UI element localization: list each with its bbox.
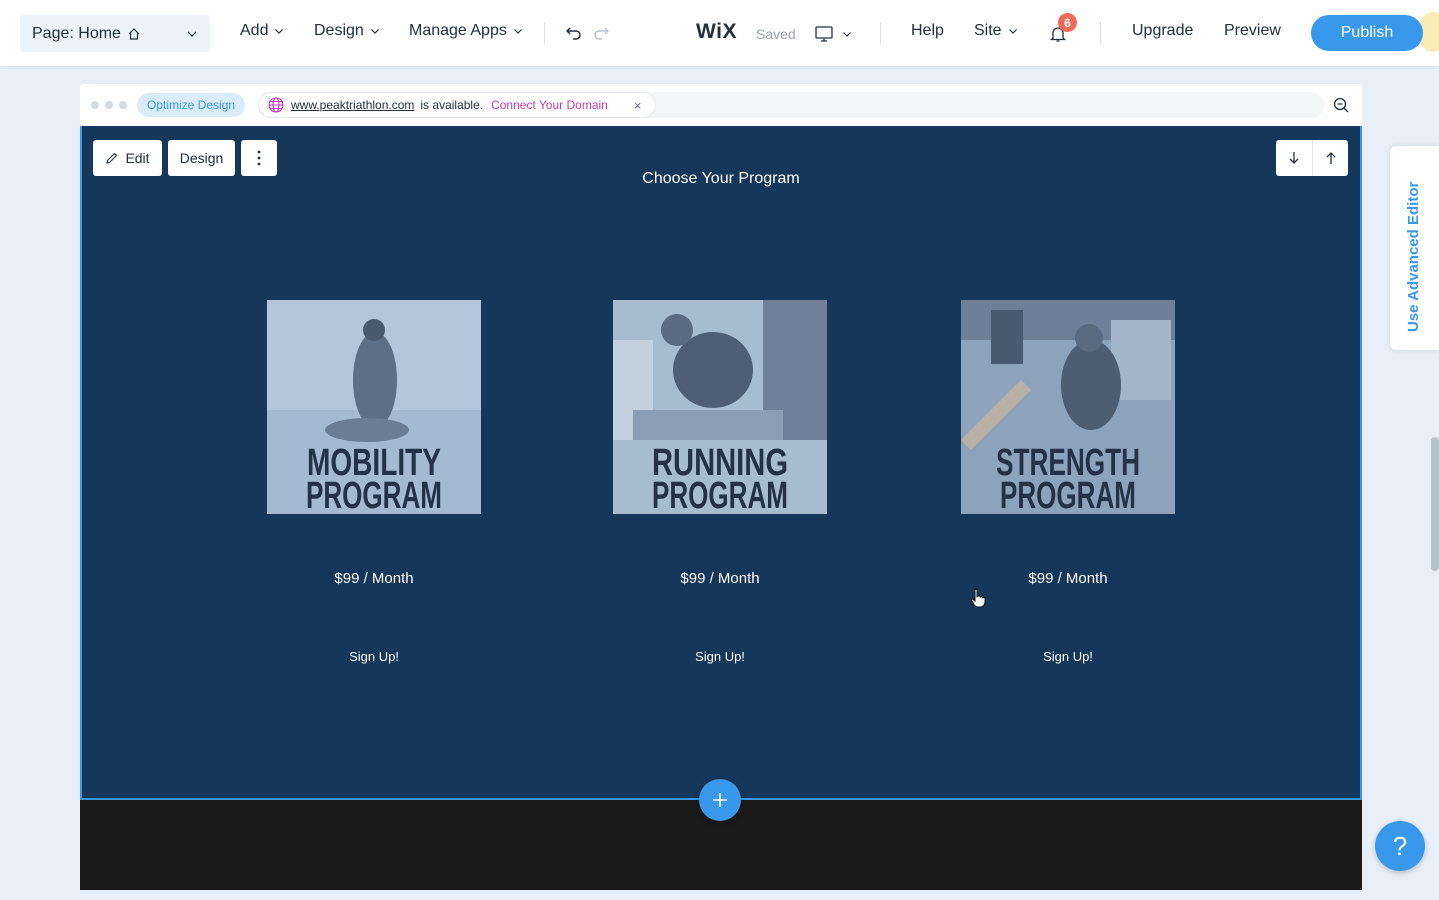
preview-button[interactable]: Preview: [1224, 22, 1281, 40]
programs-section[interactable]: Edit Design Choose Your Program MOBILITY…: [80, 126, 1362, 800]
sign-up-button[interactable]: Sign Up!: [254, 649, 494, 664]
running-program-image[interactable]: RUNNING PROGRAM: [613, 300, 827, 514]
hand-cursor-icon: [970, 588, 986, 613]
zoom-out-icon: [1333, 97, 1349, 113]
wix-logo: WiX: [696, 20, 737, 43]
upgrade-label: Upgrade: [1132, 22, 1194, 39]
chevron-down-icon: [186, 27, 198, 45]
toolbar-divider: [1100, 22, 1101, 44]
device-switcher[interactable]: [812, 22, 854, 46]
publish-button[interactable]: Publish: [1311, 15, 1423, 51]
browser-bar: Optimize Design www.peaktriathlon.com is…: [80, 84, 1362, 126]
edit-label: Edit: [125, 150, 150, 166]
menu-design[interactable]: Design: [314, 22, 380, 40]
connect-domain-link[interactable]: Connect Your Domain: [491, 98, 608, 112]
mobility-program-image[interactable]: MOBILITY PROGRAM: [267, 300, 481, 514]
strength-program-image[interactable]: STRENGTH PROGRAM: [961, 300, 1175, 514]
upgrade-button[interactable]: Upgrade: [1132, 22, 1193, 40]
chevron-down-icon: [1008, 29, 1017, 34]
desktop-icon: [815, 26, 833, 42]
saved-status: Saved: [756, 26, 796, 42]
card-price: $99 / Month: [334, 570, 414, 587]
card-price: $99 / Month: [680, 570, 760, 587]
chevron-down-icon: [513, 29, 522, 34]
home-icon: [127, 27, 141, 41]
menu-manage-apps[interactable]: Manage Apps: [409, 22, 523, 40]
globe-icon: [268, 97, 284, 113]
page-select-label: Page: Home: [32, 24, 121, 42]
chevron-down-icon: [275, 29, 284, 34]
card-title-line2: PROGRAM: [306, 475, 442, 514]
arrow-up-icon: [1326, 152, 1335, 164]
advanced-editor-tab[interactable]: Use Advanced Editor: [1390, 146, 1439, 350]
preview-label: Preview: [1224, 22, 1281, 39]
more-vertical-icon: [257, 150, 261, 166]
domain-notice: www.peaktriathlon.com is available. Conn…: [258, 92, 657, 118]
scrollbar-thumb[interactable]: [1431, 437, 1439, 571]
plus-icon: [713, 793, 727, 807]
help-label: Help: [911, 22, 944, 39]
card-price: $99 / Month: [1028, 570, 1108, 587]
chevron-down-icon: [843, 32, 851, 37]
card-title-line2: PROGRAM: [652, 475, 788, 514]
page-select-dropdown[interactable]: Page: Home: [20, 15, 210, 52]
menu-add[interactable]: Add: [240, 22, 284, 40]
menu-site[interactable]: Site: [974, 22, 1018, 40]
help-button[interactable]: Help: [911, 22, 944, 40]
advanced-editor-label: Use Advanced Editor: [1405, 181, 1422, 332]
chevron-down-icon: [370, 29, 379, 34]
redo-button[interactable]: [590, 22, 612, 44]
close-icon[interactable]: ×: [634, 98, 642, 113]
toolbar-divider: [880, 22, 881, 44]
arrow-down-icon: [1289, 152, 1299, 164]
card-title-line2: PROGRAM: [1000, 475, 1136, 514]
site-canvas-frame: Optimize Design www.peaktriathlon.com is…: [80, 84, 1362, 890]
domain-available-text: is available.: [420, 98, 484, 112]
toolbar-divider: [544, 22, 545, 44]
editor-topbar: Page: Home Add Design Manage Apps WiX Sa…: [0, 0, 1439, 66]
undo-icon: [566, 27, 581, 40]
menu-manage-apps-label: Manage Apps: [409, 22, 507, 39]
undo-button[interactable]: [563, 22, 585, 44]
sign-up-button[interactable]: Sign Up!: [600, 649, 840, 664]
zoom-button[interactable]: [1332, 96, 1350, 119]
help-circle-button[interactable]: ?: [1375, 821, 1425, 871]
domain-url-link[interactable]: www.peaktriathlon.com: [291, 98, 414, 112]
sign-up-button[interactable]: Sign Up!: [948, 649, 1188, 664]
window-dots: [91, 101, 127, 109]
address-bar: www.peaktriathlon.com is available. Conn…: [258, 92, 1324, 118]
menu-site-label: Site: [974, 22, 1002, 39]
redo-icon: [594, 27, 609, 40]
menu-design-label: Design: [314, 22, 364, 39]
add-section-button[interactable]: [699, 779, 741, 821]
section-title: Choose Your Program: [642, 170, 800, 187]
menu-add-label: Add: [240, 22, 269, 39]
optimize-design-button[interactable]: Optimize Design: [137, 93, 246, 117]
pencil-icon: [106, 152, 118, 164]
notification-badge: 6: [1058, 13, 1077, 32]
